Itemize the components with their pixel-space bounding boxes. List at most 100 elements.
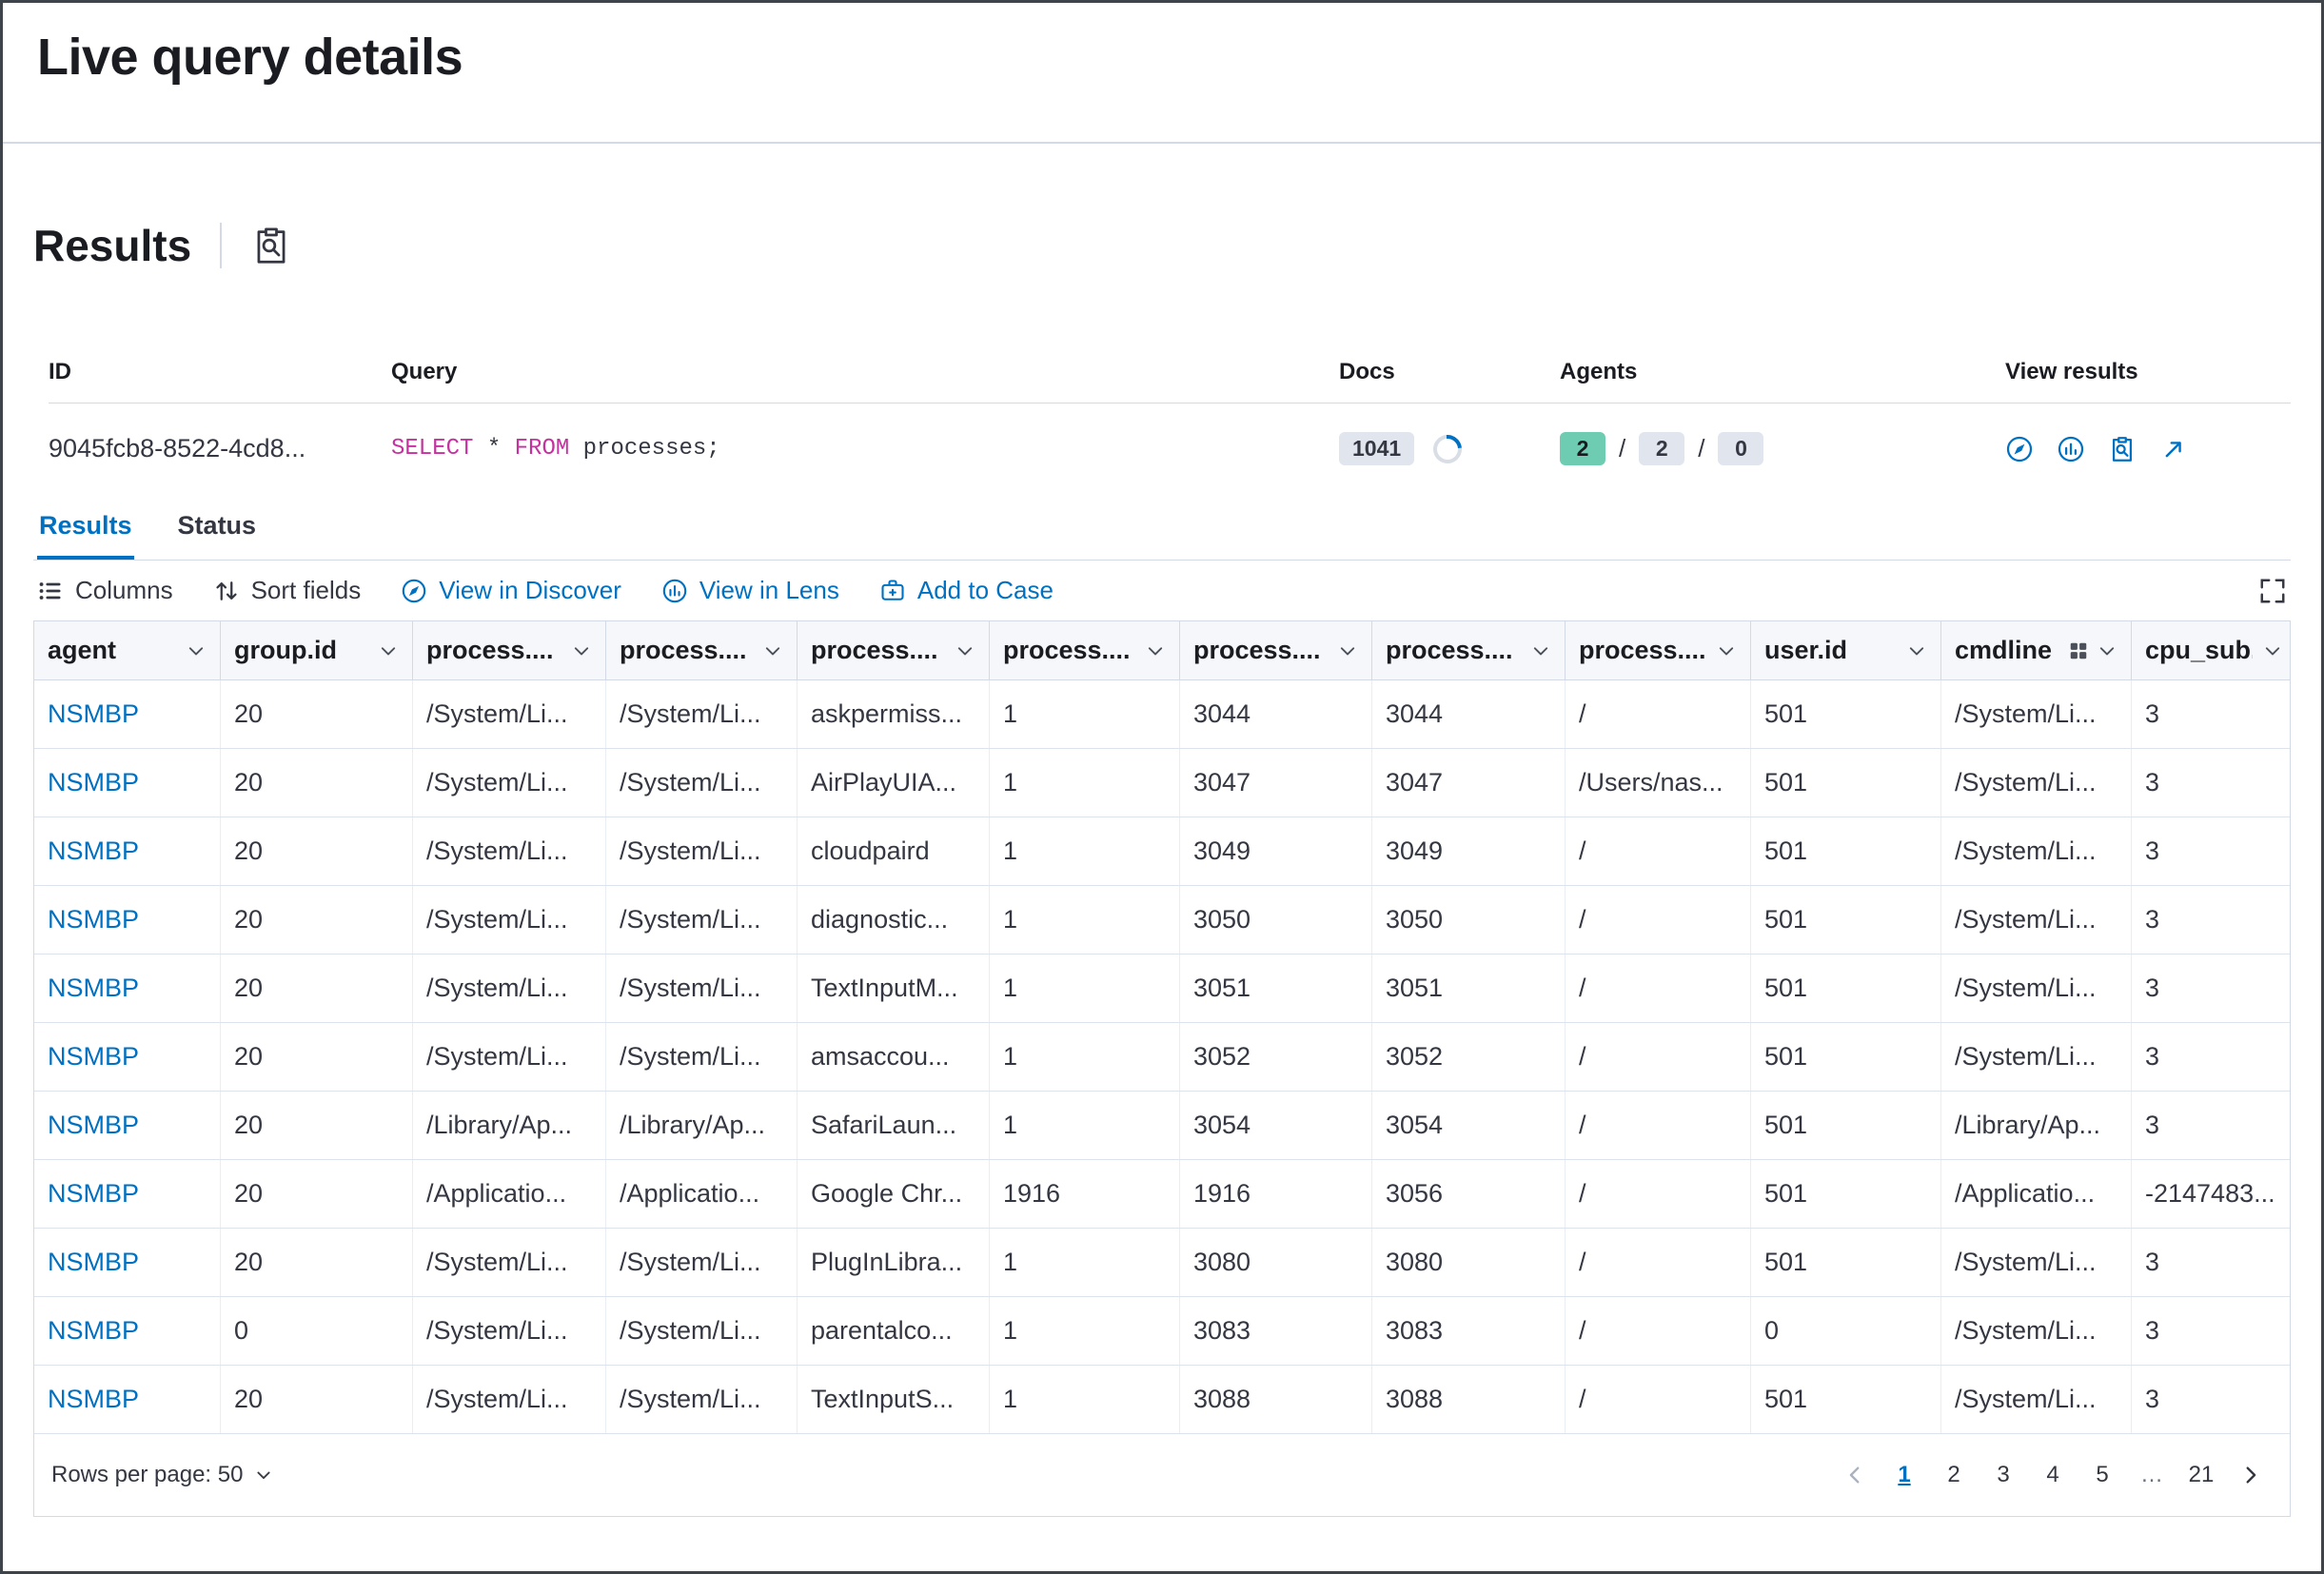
agent-link[interactable]: NSMBP [34, 1229, 221, 1296]
table-cell: 3 [2132, 1366, 2291, 1433]
table-cell: 20 [221, 1023, 413, 1091]
table-cell: /System/Li... [1941, 886, 2132, 954]
pagination-page-5[interactable]: 5 [2080, 1453, 2124, 1497]
column-header-process[interactable]: process.... [606, 621, 798, 679]
agent-link[interactable]: NSMBP [34, 817, 221, 885]
column-header-process[interactable]: process.... [1180, 621, 1372, 679]
table-cell: 3049 [1372, 817, 1566, 885]
inspect-icon [250, 225, 292, 266]
grid-toolbar: Columns Sort fields View in Discover [33, 561, 2291, 620]
view-in-discover-button[interactable] [2005, 435, 2034, 463]
table-cell: 3083 [1180, 1297, 1372, 1365]
table-cell: 3080 [1372, 1229, 1566, 1296]
agents-cell: 2 / 2 / 0 [1560, 432, 2005, 465]
summary-header-agents: Agents [1560, 359, 2005, 385]
column-header-process[interactable]: process.... [798, 621, 990, 679]
table-cell: 501 [1751, 1023, 1941, 1091]
table-cell: /Applicatio... [413, 1160, 606, 1228]
table-cell: 3080 [1180, 1229, 1372, 1296]
open-results-button[interactable] [2159, 435, 2188, 463]
add-to-case-link[interactable]: Add to Case [879, 576, 1054, 605]
table-cell: TextInputS... [798, 1366, 990, 1433]
table-cell: /System/Li... [413, 1366, 606, 1433]
view-in-discover-link[interactable]: View in Discover [401, 576, 621, 605]
table-row: NSMBP20/System/Li.../System/Li...TextInp… [34, 954, 2290, 1023]
tab-status[interactable]: Status [176, 500, 259, 560]
pagination-page-2[interactable]: 2 [1932, 1453, 1976, 1497]
chevron-down-icon [1716, 640, 1737, 661]
sort-fields-button[interactable]: Sort fields [213, 576, 362, 605]
table-cell: 3050 [1180, 886, 1372, 954]
results-section-heading: Results [33, 220, 2291, 271]
table-cell: 3051 [1180, 954, 1372, 1022]
pagination-page-3[interactable]: 3 [1981, 1453, 2025, 1497]
column-header-group-id[interactable]: group.id [221, 621, 413, 679]
column-header-process[interactable]: process.... [990, 621, 1180, 679]
fullscreen-button[interactable] [2258, 577, 2287, 605]
docs-count-badge: 1041 [1339, 432, 1414, 465]
column-header-cpu-sub[interactable]: cpu_sub... [2132, 621, 2291, 679]
table-cell: / [1566, 1366, 1751, 1433]
table-cell: 3044 [1372, 680, 1566, 748]
query-token: SELECT [391, 436, 473, 462]
table-cell: /Library/Ap... [1941, 1092, 2132, 1159]
chevron-down-icon [186, 640, 207, 661]
agent-link[interactable]: NSMBP [34, 1366, 221, 1433]
pagination-page-21[interactable]: 21 [2179, 1453, 2223, 1497]
page-header: Live query details [3, 3, 2321, 144]
agent-link[interactable]: NSMBP [34, 1023, 221, 1091]
pagination-page-4[interactable]: 4 [2031, 1453, 2075, 1497]
agent-link[interactable]: NSMBP [34, 1160, 221, 1228]
table-cell: 20 [221, 886, 413, 954]
summary-header-view-results: View results [2005, 359, 2291, 385]
agent-link[interactable]: NSMBP [34, 954, 221, 1022]
inspect-icon [2108, 435, 2137, 463]
table-cell: 3047 [1372, 749, 1566, 817]
column-header-label: group.id [234, 636, 337, 665]
column-header-agent[interactable]: agent [34, 621, 221, 679]
tab-results[interactable]: Results [37, 500, 134, 560]
table-cell: / [1566, 1160, 1751, 1228]
table-cell: /System/Li... [606, 1023, 798, 1091]
pagination-page-1[interactable]: 1 [1882, 1453, 1926, 1497]
agent-link[interactable]: NSMBP [34, 1297, 221, 1365]
table-cell: amsaccou... [798, 1023, 990, 1091]
table-cell: 3 [2132, 749, 2291, 817]
grid-body: NSMBP20/System/Li.../System/Li...askperm… [34, 680, 2290, 1434]
table-cell: 20 [221, 749, 413, 817]
inspect-results-button[interactable] [2108, 435, 2137, 463]
table-cell: 20 [221, 1366, 413, 1433]
table-cell: /System/Li... [606, 1366, 798, 1433]
columns-button[interactable]: Columns [37, 576, 173, 605]
agent-link[interactable]: NSMBP [34, 680, 221, 748]
table-cell: 3 [2132, 1297, 2291, 1365]
view-in-lens-link[interactable]: View in Lens [661, 576, 839, 605]
table-cell: /Library/Ap... [606, 1092, 798, 1159]
column-header-process[interactable]: process.... [1372, 621, 1566, 679]
table-row: NSMBP20/System/Li.../System/Li...amsacco… [34, 1023, 2290, 1092]
column-header-cmdline[interactable]: cmdline [1941, 621, 2132, 679]
table-cell: 3054 [1180, 1092, 1372, 1159]
pagination-next-button[interactable] [2229, 1453, 2273, 1497]
inspect-button[interactable] [250, 225, 292, 266]
agent-link[interactable]: NSMBP [34, 1092, 221, 1159]
table-cell: 1916 [1180, 1160, 1372, 1228]
view-in-lens-button[interactable] [2057, 435, 2085, 463]
column-header-process[interactable]: process.... [413, 621, 606, 679]
table-cell: SafariLaun... [798, 1092, 990, 1159]
agents-responded-badge: 2 [1560, 432, 1605, 465]
column-header-process[interactable]: process.... [1566, 621, 1751, 679]
table-cell: 20 [221, 817, 413, 885]
agent-link[interactable]: NSMBP [34, 749, 221, 817]
table-cell: 1 [990, 817, 1180, 885]
column-header-user-id[interactable]: user.id [1751, 621, 1941, 679]
pagination-previous-button[interactable] [1833, 1453, 1877, 1497]
table-cell: 3 [2132, 817, 2291, 885]
grid-footer: Rows per page: 50 [34, 1434, 2290, 1516]
table-cell: TextInputM... [798, 954, 990, 1022]
rows-per-page-button[interactable]: Rows per page: 50 [51, 1462, 273, 1488]
table-cell: / [1566, 680, 1751, 748]
sort-fields-label: Sort fields [251, 576, 362, 605]
column-header-label: process.... [811, 636, 938, 665]
agent-link[interactable]: NSMBP [34, 886, 221, 954]
